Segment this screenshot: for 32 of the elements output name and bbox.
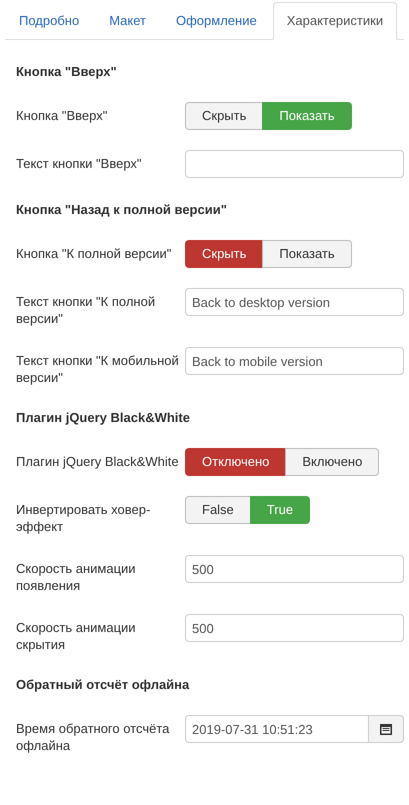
section-heading: Обратный отсчёт офлайна [15, 676, 190, 694]
tab[interactable]: Подробно [5, 2, 94, 40]
field-label: Кнопка "К полной версии" [15, 245, 172, 262]
tab[interactable]: Оформление [162, 2, 271, 40]
toggle-option[interactable]: Скрыть [185, 102, 264, 130]
text-field[interactable]: 500 [185, 555, 404, 583]
text-field[interactable]: Back to mobile version [185, 347, 404, 375]
field-label: Текст кнопки "К полной версии" [15, 293, 156, 327]
field-label: Скорость анимации скрытия [15, 619, 137, 653]
field-label: Текст кнопки "К мобильной версии" [15, 352, 180, 386]
field-label: Плагин jQuery Black&White [15, 453, 180, 470]
field-label: Время обратного отсчёта офлайна [15, 720, 170, 754]
text-field[interactable]: 500 [185, 614, 404, 642]
date-field[interactable]: 2019-07-31 10:51:23 [185, 715, 369, 743]
toggle-option[interactable]: Включено [285, 448, 380, 476]
calendar-icon [380, 724, 392, 734]
toggle-option[interactable]: Отключено [185, 448, 286, 476]
field-label: Инвертировать ховер-эффект [15, 501, 152, 535]
toggle-option[interactable]: Скрыть [185, 240, 264, 268]
section-heading: Плагин jQuery Black&White [15, 409, 191, 427]
calendar-button[interactable] [368, 715, 404, 743]
toggle-option[interactable]: Показать [262, 240, 352, 268]
section-heading: Кнопка "Вверх" [15, 63, 118, 81]
toggle-option[interactable]: False [185, 496, 251, 524]
text-field[interactable]: Back to desktop version [185, 288, 404, 316]
tab[interactable]: Макет [95, 2, 160, 40]
text-field[interactable] [185, 150, 404, 178]
field-label: Кнопка "Вверх" [15, 107, 108, 124]
field-label: Текст кнопки "Вверх" [15, 155, 143, 172]
section-heading: Кнопка "Назад к полной версии" [15, 201, 228, 219]
tab[interactable]: Характеристики [272, 2, 398, 40]
field-label: Скорость анимации появления [15, 560, 137, 594]
